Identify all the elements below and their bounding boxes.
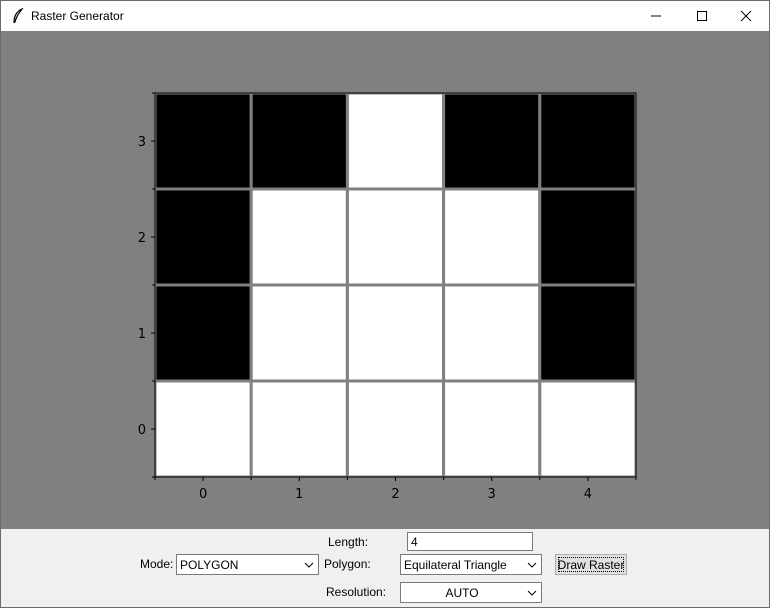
polygon-label: Polygon: <box>324 557 371 571</box>
title-bar[interactable]: Raster Generator <box>1 1 769 31</box>
close-icon <box>740 10 752 22</box>
mode-label: Mode: <box>140 557 174 571</box>
raster-cell <box>538 187 638 287</box>
y-tick-label: 2 <box>138 231 146 246</box>
mode-select[interactable]: POLYGON <box>176 554 319 575</box>
raster-canvas: 0 1 2 3 4 0 1 2 3 <box>1 31 769 529</box>
raster-cell <box>442 283 542 383</box>
maximize-button[interactable] <box>679 1 725 31</box>
raster-cell <box>249 283 349 383</box>
y-tick-label: 3 <box>138 135 146 150</box>
window-title: Raster Generator <box>31 9 124 23</box>
length-input[interactable] <box>407 532 533 551</box>
minimize-icon <box>651 15 661 17</box>
resolution-value: AUTO <box>445 586 479 600</box>
app-window: Raster Generator 0 1 2 3 4 0 1 2 3 Length: Mode:… <box>0 0 770 608</box>
chevron-down-icon <box>527 562 537 568</box>
raster-cell <box>153 91 253 191</box>
x-tick-label: 2 <box>391 487 399 502</box>
raster-cell <box>153 283 253 383</box>
raster-cell <box>153 379 253 479</box>
raster-cell <box>249 379 349 479</box>
resolution-label: Resolution: <box>326 585 387 599</box>
raster-cell <box>442 187 542 287</box>
x-tick-label: 3 <box>488 487 496 502</box>
polygon-value: Equilateral Triangle <box>404 558 507 572</box>
y-tick-label: 1 <box>138 327 146 342</box>
raster-cell <box>442 379 542 479</box>
raster-cell <box>538 91 638 191</box>
raster-cell <box>442 91 542 191</box>
control-panel: Length: Mode: POLYGON Polygon: Equilater… <box>1 529 769 607</box>
raster-cell <box>249 91 349 191</box>
x-tick-label: 0 <box>199 487 207 502</box>
maximize-icon <box>697 11 707 21</box>
chevron-down-icon <box>304 562 314 568</box>
y-tick-label: 0 <box>138 423 146 438</box>
length-label: Length: <box>328 535 369 549</box>
raster-cell <box>345 91 446 191</box>
raster-cell <box>345 283 446 383</box>
feather-icon <box>13 8 24 24</box>
polygon-select[interactable]: Equilateral Triangle <box>400 554 542 575</box>
x-tick-label: 1 <box>295 487 303 502</box>
raster-cell <box>538 283 638 383</box>
raster-cell <box>538 379 638 479</box>
raster-cell <box>153 187 253 287</box>
resolution-select[interactable]: AUTO <box>400 582 542 603</box>
raster-cell <box>345 187 446 287</box>
x-tick-label: 4 <box>584 487 592 502</box>
minimize-button[interactable] <box>633 1 679 31</box>
draw-raster-button[interactable]: Draw Raster <box>555 554 627 575</box>
close-button[interactable] <box>723 1 769 31</box>
raster-cell <box>249 187 349 287</box>
chevron-down-icon <box>527 590 537 596</box>
raster-plot: 0 1 2 3 4 0 1 2 3 <box>138 91 638 502</box>
mode-value: POLYGON <box>180 558 239 572</box>
raster-cell <box>345 379 446 479</box>
